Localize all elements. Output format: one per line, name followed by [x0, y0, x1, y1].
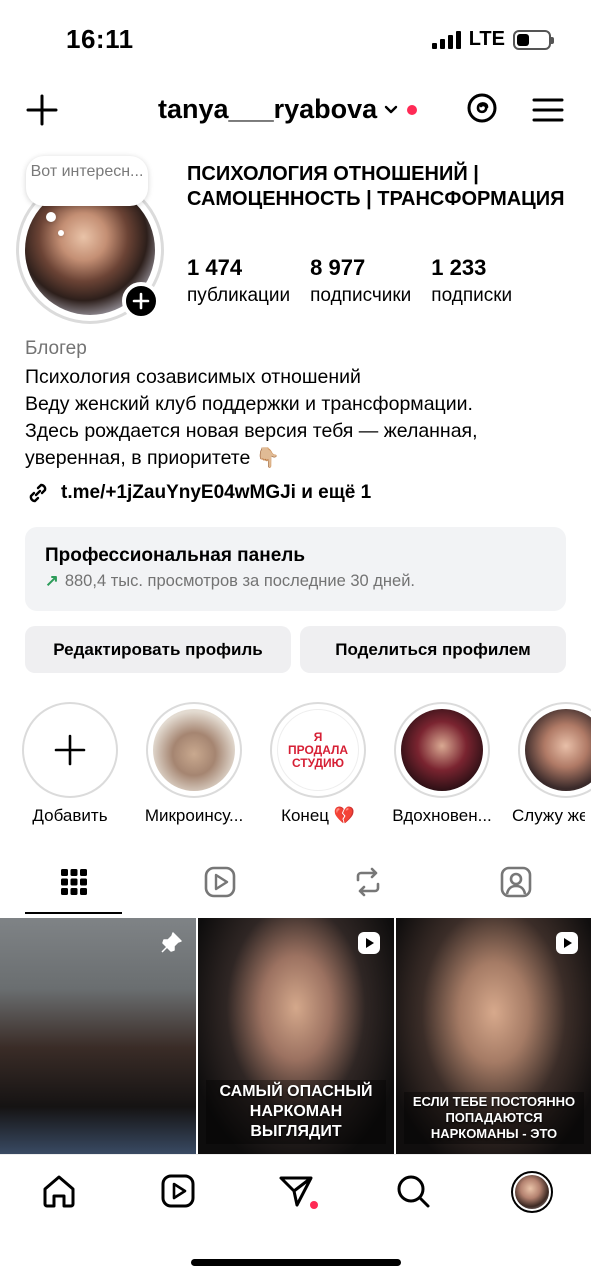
avatar-image — [515, 1175, 549, 1209]
add-story-button[interactable] — [122, 282, 160, 320]
profile-tabs — [0, 856, 591, 916]
note-tail-dot — [46, 212, 56, 222]
highlight-label: Служу же — [512, 806, 585, 825]
post-thumbnail[interactable]: САМЫЙ ОПАСНЫЙ НАРКОМАН ВЫГЛЯДИТ — [198, 918, 394, 1154]
home-icon[interactable] — [39, 1171, 79, 1211]
stat-value: 8 977 — [310, 255, 366, 280]
professional-dashboard[interactable]: Профессиональная панель ↗ 880,4 тыс. про… — [25, 527, 566, 611]
trend-up-icon: ↗ — [45, 572, 59, 590]
chevron-down-icon — [384, 105, 398, 113]
highlight-add[interactable]: Добавить — [22, 702, 118, 826]
posts-grid: САМЫЙ ОПАСНЫЙ НАРКОМАН ВЫГЛЯДИТ ЕСЛИ ТЕБ… — [0, 918, 591, 1154]
stat-label: подписки — [431, 285, 513, 306]
highlight-cover — [153, 709, 235, 791]
create-plus-icon[interactable] — [24, 92, 60, 128]
highlight-label: Конец 💔 — [281, 806, 355, 825]
profile-title: ПСИХОЛОГИЯ ОТНОШЕНИЙ | САМОЦЕННОСТЬ | ТР… — [187, 163, 565, 210]
reel-icon — [556, 932, 578, 954]
profile-nav-avatar[interactable] — [511, 1171, 553, 1213]
highlight-cover — [525, 709, 591, 791]
reels-nav-icon[interactable] — [158, 1171, 198, 1211]
highlight-label: Микроинсу... — [144, 806, 244, 825]
stat-posts[interactable]: 1 474 публикации — [187, 254, 290, 310]
highlight-cover: Я ПРОДАЛА СТУДИЮ — [277, 709, 359, 791]
battery-icon — [513, 29, 554, 50]
profile-bio: Психология созависимых отношений Веду же… — [25, 364, 575, 472]
highlight-item[interactable]: Вдохновен... — [392, 702, 492, 826]
highlight-item[interactable]: Микроинсу... — [145, 702, 243, 826]
bio-line: уверенная, в приоритете 👇🏼 — [25, 447, 281, 469]
post-thumbnail[interactable] — [0, 918, 196, 1154]
highlight-circle: Я ПРОДАЛА СТУДИЮ — [270, 702, 366, 798]
reels-icon[interactable] — [202, 864, 238, 900]
bottom-navigation — [0, 1154, 591, 1230]
bio-line: Здесь рождается новая версия тебя — жела… — [25, 420, 478, 442]
repost-icon[interactable] — [350, 864, 386, 900]
note-bubble[interactable]: Вот интересн... — [26, 156, 148, 206]
home-indicator — [191, 1259, 401, 1266]
bio-line: Психология созависимых отношений — [25, 366, 361, 388]
stat-label: публикации — [187, 285, 291, 306]
profile-header: tanya___ryabova — [0, 84, 591, 136]
notification-dot — [407, 104, 418, 115]
network-label: LTE — [468, 28, 505, 50]
signal-icon — [431, 30, 461, 49]
highlight-cover-text: Я ПРОДАЛА СТУДИЮ — [288, 729, 349, 770]
link-text: t.me/+1jZauYnyE04wMGJi и ещё 1 — [61, 482, 372, 503]
dashboard-subtitle: ↗ 880,4 тыс. просмотров за последние 30 … — [45, 571, 546, 591]
messages-notification-dot — [310, 1201, 318, 1209]
search-icon[interactable] — [393, 1171, 433, 1211]
highlight-cover — [401, 709, 483, 791]
stat-value: 1 474 — [187, 255, 243, 280]
highlight-circle — [146, 702, 242, 798]
account-switcher[interactable]: tanya___ryabova — [158, 94, 418, 125]
post-caption: ЕСЛИ ТЕБЕ ПОСТОЯННО ПОПАДАЮТСЯ НАРКОМАНЫ… — [404, 1092, 584, 1144]
link-icon — [29, 483, 47, 503]
post-caption: САМЫЙ ОПАСНЫЙ НАРКОМАН ВЫГЛЯДИТ — [206, 1080, 386, 1144]
active-tab-indicator — [25, 912, 122, 914]
dashboard-title: Профессиональная панель — [45, 545, 306, 566]
note-tail-dot-small — [58, 230, 64, 236]
add-highlight-icon — [29, 709, 111, 791]
highlight-item[interactable]: Служу же — [512, 702, 591, 826]
share-profile-button[interactable]: Поделиться профилем — [300, 626, 566, 673]
status-time: 16:11 — [66, 24, 134, 54]
stat-following[interactable]: 1 233 подписки — [431, 254, 512, 310]
edit-profile-button[interactable]: Редактировать профиль — [25, 626, 291, 673]
menu-icon[interactable] — [530, 92, 566, 128]
post-thumbnail[interactable]: ЕСЛИ ТЕБЕ ПОСТОЯННО ПОПАДАЮТСЯ НАРКОМАНЫ… — [396, 918, 591, 1154]
highlight-circle — [394, 702, 490, 798]
pin-icon — [161, 932, 182, 953]
highlight-circle — [518, 702, 591, 798]
grid-icon[interactable] — [56, 864, 92, 900]
profile-category: Блогер — [25, 338, 87, 359]
stat-followers[interactable]: 8 977 подписчики — [310, 254, 411, 310]
dashboard-views: 880,4 тыс. просмотров за последние 30 дн… — [64, 571, 415, 590]
stat-value: 1 233 — [431, 255, 487, 280]
status-bar: 16:11 LTE — [0, 0, 591, 80]
plus-icon — [132, 292, 150, 310]
highlight-label: Вдохновен... — [392, 806, 492, 825]
username: tanya___ryabova — [158, 94, 378, 124]
stat-label: подписчики — [310, 285, 412, 306]
status-indicators: LTE — [431, 28, 554, 51]
threads-icon[interactable] — [464, 90, 500, 126]
highlight-circle — [22, 702, 118, 798]
reel-icon — [358, 932, 380, 954]
note-text: Вот интересн... — [30, 163, 144, 180]
highlight-item[interactable]: Я ПРОДАЛА СТУДИЮ Конец 💔 — [270, 702, 366, 826]
tagged-icon[interactable] — [498, 864, 534, 900]
profile-stats: 1 474 публикации 8 977 подписчики 1 233 … — [187, 254, 532, 310]
bio-line: Веду женский клуб поддержки и трансформа… — [25, 393, 473, 415]
profile-link[interactable]: t.me/+1jZauYnyE04wMGJi и ещё 1 — [25, 480, 371, 506]
highlight-label: Добавить — [32, 806, 108, 825]
